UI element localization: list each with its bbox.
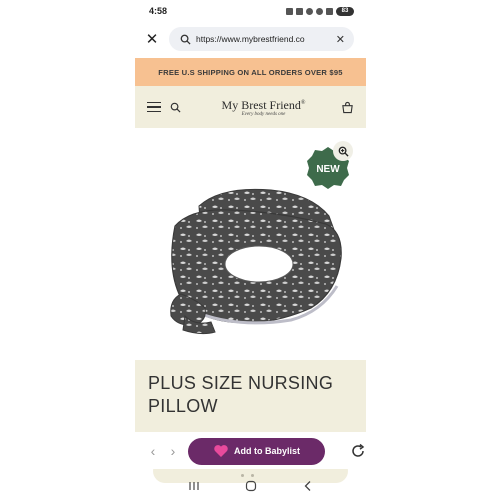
search-icon (178, 32, 192, 46)
new-badge-text: NEW (316, 164, 340, 175)
heart-icon (214, 445, 228, 457)
status-icons: 83 (286, 6, 354, 16)
recent-apps-icon[interactable] (187, 479, 201, 493)
wifi-icon (316, 7, 323, 15)
home-icon[interactable] (244, 479, 258, 493)
address-bar[interactable]: https://www.mybrestfriend.co ✕ (169, 27, 354, 51)
battery-icon: 83 (336, 6, 354, 16)
status-time: 4:58 (149, 6, 168, 16)
clear-icon[interactable]: ✕ (336, 33, 345, 46)
promo-text: FREE U.S SHIPPING ON ALL ORDERS OVER $95 (158, 67, 343, 77)
add-to-babylist-button[interactable]: Add to Babylist (188, 437, 325, 465)
browser-url-row: ✕ https://www.mybrestfriend.co ✕ (135, 24, 366, 54)
product-image (170, 188, 342, 335)
mute-icon (296, 7, 303, 15)
product-title: PLUS SIZE NURSING PILLOW (148, 373, 334, 416)
close-icon[interactable]: ✕ (135, 24, 169, 54)
reload-icon[interactable] (350, 443, 366, 459)
promo-banner[interactable]: FREE U.S SHIPPING ON ALL ORDERS OVER $95 (135, 58, 366, 86)
cart-icon[interactable] (340, 100, 354, 114)
product-gallery[interactable]: NEW (135, 128, 366, 483)
url-text: https://www.mybrestfriend.co (196, 34, 305, 44)
brand-tagline: Every body needs one (241, 111, 286, 117)
product-title-section: PLUS SIZE NURSING PILLOW (135, 360, 366, 432)
nfc-icon (286, 7, 293, 15)
site-header: My Brest Friend® Every body needs one (135, 86, 366, 128)
search-icon[interactable] (169, 101, 181, 113)
location-icon (306, 7, 313, 15)
back-arrow-icon[interactable]: ‹ (143, 443, 163, 459)
zoom-icon[interactable] (333, 141, 353, 161)
back-icon[interactable] (301, 479, 315, 493)
forward-arrow-icon[interactable]: › (163, 443, 183, 459)
system-navigation-bar (135, 472, 366, 500)
menu-icon[interactable] (147, 102, 161, 112)
brand-logo[interactable]: My Brest Friend® Every body needs one (187, 97, 340, 118)
babylist-label: Add to Babylist (233, 446, 300, 456)
bottom-toolbar: ‹ › Add to Babylist (135, 433, 366, 469)
phone-screen: 4:58 83 ✕ https://www.mybrestfriend.co ✕… (135, 0, 366, 500)
signal-icon (326, 7, 333, 15)
status-bar: 4:58 83 (135, 0, 366, 22)
brand-name: My Brest Friend® (221, 97, 306, 112)
